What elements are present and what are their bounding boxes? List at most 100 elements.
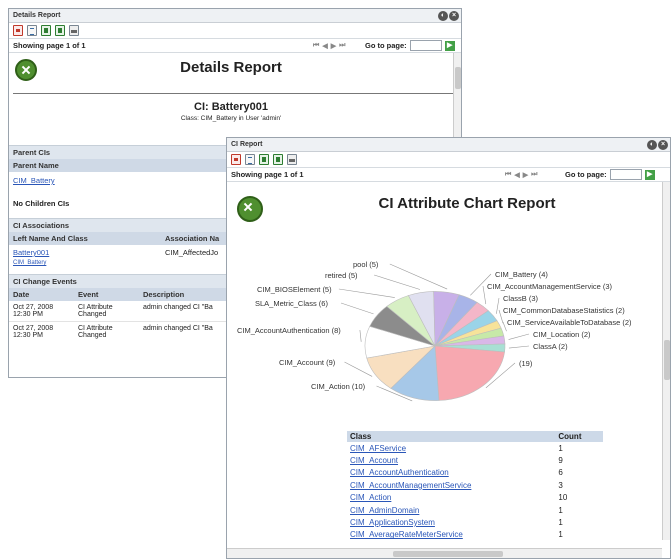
ci-vertical-scrollbar[interactable] (662, 182, 670, 540)
assoc-col-name: Left Name And Class (13, 234, 88, 243)
class-link[interactable]: CIM_AccountManagementService (347, 479, 555, 491)
print-icon[interactable] (287, 154, 297, 165)
event-date: Oct 27, 2008 (13, 325, 54, 332)
class-count-value: 3 (558, 480, 563, 490)
pie-leader-line (374, 274, 421, 290)
event-type: CI Attribute (78, 304, 113, 311)
class-link[interactable]: CIM_AverageRateMeterService (347, 529, 555, 541)
export-doc-icon[interactable] (245, 154, 255, 165)
pie-leader-line (482, 285, 487, 305)
ci-window-title: CI Report (231, 141, 263, 148)
next-page-icon[interactable]: ▶ (523, 171, 528, 179)
pie-slice-label: CIM_AccountManagementService (3) (487, 282, 613, 291)
class-link[interactable]: CIM_AccountAuthentication (347, 467, 555, 479)
ci-horizontal-scrollbar[interactable] (227, 548, 662, 558)
goto-page-input[interactable] (609, 169, 642, 180)
event-time: 12:30 PM (13, 311, 43, 318)
first-page-icon[interactable]: ⏮ (505, 171, 511, 179)
pager-total-pages: 1 (81, 41, 86, 50)
goto-page-button[interactable]: ▶ (644, 169, 655, 180)
table-row: CIM_AccountAuthentication 6 (347, 467, 603, 479)
parent-ci-link[interactable]: CIM_Battery (13, 176, 55, 185)
event-type: CI Attribute (78, 325, 113, 332)
ci-content: CI Attribute Chart Report CIM_Battery (4… (227, 182, 661, 548)
pie-slice-label: SLA_Metric_Class (6) (255, 299, 328, 308)
goto-page-label: Go to page: (365, 41, 407, 50)
pie-leader-line (338, 288, 395, 298)
ci-report-window: CI Report ◐ × Showing page 1 of 1 ⏮ ◀ ▶ ⏭ … (226, 137, 671, 559)
assoc-col-association: Association Na (165, 234, 220, 243)
class-count-value: 1 (558, 443, 563, 453)
pager-of-label: of (72, 41, 80, 50)
pager-showing-label: Showing page (231, 170, 282, 179)
export-csv-icon[interactable] (273, 154, 283, 165)
class-link[interactable]: CIM_Action (347, 492, 555, 504)
close-icon[interactable]: × (658, 140, 668, 150)
table-row: CIM_ApplicationSystem 1 (347, 516, 603, 528)
details-report-title: Details Report (180, 59, 282, 76)
pie-leader-line (344, 361, 373, 377)
event-description: admin changed CI "Ba (143, 325, 213, 332)
export-pdf-icon[interactable] (13, 25, 23, 36)
pie-slice-label: CIM_Battery (4) (495, 270, 548, 279)
ci-toolbar (227, 152, 670, 168)
class-column-header: Class (347, 431, 556, 442)
export-csv-icon[interactable] (55, 25, 65, 36)
table-row: CIM_Account 9 (347, 454, 603, 466)
table-row: CIM_AverageRateMeterService 1 (347, 529, 603, 541)
restore-icon[interactable]: ◐ (438, 11, 448, 21)
pie-slice-label: CIM_ServiceAvailableToDatabase (2) (507, 318, 632, 327)
details-window-titlebar[interactable]: Details Report ◐ × (9, 9, 461, 23)
details-scrollbar-thumb[interactable] (455, 67, 461, 89)
restore-icon[interactable]: ◐ (647, 140, 657, 150)
assoc-ci-link[interactable]: Battery001 (13, 248, 165, 257)
last-page-icon[interactable]: ⏭ (531, 171, 537, 179)
close-icon[interactable]: × (449, 11, 459, 21)
assoc-class-link[interactable]: CIM_Battery (13, 260, 46, 266)
pager-current-page: 1 (65, 41, 71, 50)
print-icon[interactable] (69, 25, 79, 36)
event-time: 12:30 PM (13, 332, 43, 339)
class-link[interactable]: CIM_ApplicationSystem (347, 516, 555, 528)
table-row: CIM_AFService 1 (347, 442, 603, 454)
prev-page-icon[interactable]: ◀ (514, 171, 519, 179)
export-doc-icon[interactable] (27, 25, 37, 36)
prev-page-icon[interactable]: ◀ (322, 42, 327, 50)
last-page-icon[interactable]: ⏭ (339, 42, 345, 50)
table-row: CIM_AccountManagementService 3 (347, 479, 603, 491)
class-count-value: 1 (558, 530, 563, 540)
export-pdf-icon[interactable] (231, 154, 241, 165)
ci-title: CI: Battery001 (194, 101, 268, 113)
ci-window-titlebar[interactable]: CI Report ◐ × (227, 138, 670, 152)
first-page-icon[interactable]: ⏮ (313, 42, 319, 50)
class-link[interactable]: CIM_AdminDomain (347, 504, 555, 516)
pie-leader-line (389, 263, 448, 290)
export-excel-icon[interactable] (259, 154, 269, 165)
export-excel-icon[interactable] (41, 25, 51, 36)
pie-slice-label: ClassB (3) (503, 294, 539, 303)
goto-page-input[interactable] (409, 40, 442, 51)
class-count-table: Class Count CIM_AFService 1 CIM_Account 9 CI… (347, 431, 603, 541)
goto-page-button[interactable]: ▶ (444, 40, 455, 51)
class-count-value: 6 (558, 468, 563, 478)
chart-report-title: CI Attribute Chart Report (378, 195, 556, 212)
ci-vertical-scrollbar-thumb[interactable] (664, 340, 670, 380)
ci-subtitle: Class: CIM_Battery in User 'admin' (180, 115, 282, 122)
class-link[interactable]: CIM_AFService (347, 442, 555, 454)
goto-page-label: Go to page: (565, 170, 607, 179)
pager-of-label: of (290, 170, 298, 179)
pie-slice-label: CIM_CommonDatabaseStatistics (2) (503, 306, 625, 315)
class-link[interactable]: CIM_Account (347, 454, 555, 466)
pie-leader-line (340, 302, 374, 315)
pie-chart (338, 263, 530, 402)
class-count-value: 9 (558, 456, 563, 466)
event-type-2: Changed (78, 332, 107, 339)
details-toolbar (9, 23, 461, 39)
pie-leader-line (508, 333, 530, 340)
ci-horizontal-scrollbar-thumb[interactable] (393, 551, 503, 557)
pager-showing-label: Showing page (13, 41, 64, 50)
title-divider (13, 93, 453, 94)
events-col-event: Event (78, 290, 99, 299)
next-page-icon[interactable]: ▶ (331, 42, 336, 50)
pie-slice-label: (19) (519, 359, 533, 368)
